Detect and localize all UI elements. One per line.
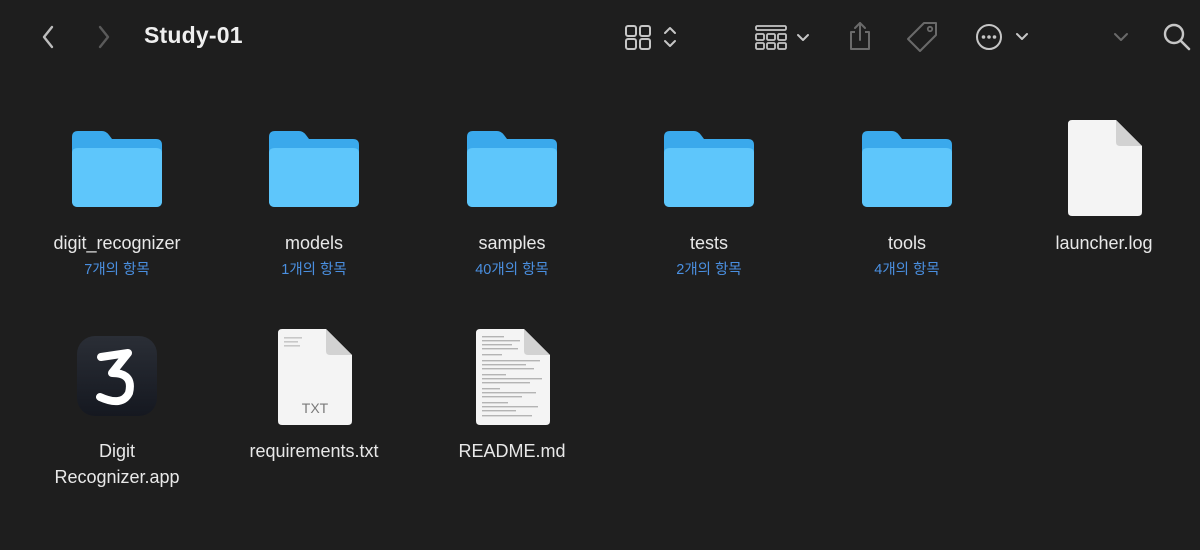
group-by-button[interactable]: [752, 20, 816, 54]
file-item-launcher-log[interactable]: launcher.log: [1014, 115, 1194, 285]
share-icon: [850, 22, 870, 50]
folder-icon: [269, 131, 359, 207]
item-name: tests: [689, 233, 728, 253]
app-item-digit-recognizer[interactable]: Digit Recognizer.app: [27, 325, 207, 495]
folder-item-models[interactable]: models 1개의 항목: [224, 115, 404, 285]
file-item-readme-md[interactable]: README.md: [422, 325, 602, 495]
item-name-line2: Recognizer.app: [54, 467, 180, 487]
log-file-icon: [1068, 120, 1142, 216]
folder-icon-wrap: [27, 127, 207, 211]
file-icon-wrap: [1014, 118, 1194, 218]
app-icon: [77, 336, 157, 416]
chevron-left-icon: [42, 25, 54, 49]
item-count: 7개의 항목: [84, 262, 150, 278]
forward-button[interactable]: [90, 22, 118, 52]
file-icon-wrap: [422, 327, 602, 427]
item-count: 4개의 항목: [874, 262, 940, 278]
folder-icon-wrap: [817, 127, 997, 211]
app-icon-wrap: [27, 333, 207, 419]
toolbar: Study-01: [0, 0, 1200, 74]
txt-file-icon: TXT: [278, 329, 352, 425]
folder-icon: [862, 131, 952, 207]
search-icon: [1163, 23, 1191, 51]
item-count: 1개의 항목: [281, 262, 347, 278]
item-name: launcher.log: [1055, 233, 1153, 253]
group-icon: [755, 25, 809, 50]
item-name-line1: Digit: [98, 441, 135, 461]
window-title: Study-01: [144, 22, 243, 48]
back-button[interactable]: [34, 22, 62, 52]
folder-icon-wrap: [422, 127, 602, 211]
folder-icon-wrap: [619, 127, 799, 211]
item-count: 2개의 항목: [676, 262, 742, 278]
folder-item-digit-recognizer[interactable]: digit_recognizer 7개의 항목: [27, 115, 207, 285]
finder-window: Study-01 digit_recognizer 7개의 항목 models …: [0, 0, 1200, 550]
item-count: 40개의 항목: [475, 262, 549, 278]
more-actions-button[interactable]: [972, 20, 1034, 54]
item-name: tools: [887, 233, 927, 253]
folder-item-tools[interactable]: tools 4개의 항목: [817, 115, 997, 285]
tags-button[interactable]: [902, 18, 942, 56]
chevron-right-icon: [98, 25, 110, 49]
folder-icon: [467, 131, 557, 207]
search-button[interactable]: [1158, 18, 1196, 56]
view-mode-button[interactable]: [620, 20, 684, 54]
item-name: models: [284, 233, 344, 253]
tag-icon: [907, 22, 937, 52]
file-icon-wrap: TXT: [224, 327, 404, 427]
toolbar-overflow-button[interactable]: [1108, 24, 1134, 50]
share-button[interactable]: [842, 18, 878, 54]
folder-icon: [72, 131, 162, 207]
file-item-requirements-txt[interactable]: TXT requirements.txt: [224, 325, 404, 495]
item-name: digit_recognizer: [53, 233, 181, 253]
grid-view-icon: [625, 25, 676, 50]
item-name: README.md: [458, 441, 566, 461]
txt-file-label: TXT: [302, 400, 329, 416]
folder-icon: [664, 131, 754, 207]
folder-item-samples[interactable]: samples 40개의 항목: [422, 115, 602, 285]
item-name: samples: [478, 233, 546, 253]
folder-icon-wrap: [224, 127, 404, 211]
chevron-down-icon: [1114, 33, 1128, 41]
more-icon: [976, 24, 1028, 50]
markdown-file-icon: [476, 329, 550, 425]
folder-item-tests[interactable]: tests 2개의 항목: [619, 115, 799, 285]
item-name: requirements.txt: [249, 441, 379, 461]
